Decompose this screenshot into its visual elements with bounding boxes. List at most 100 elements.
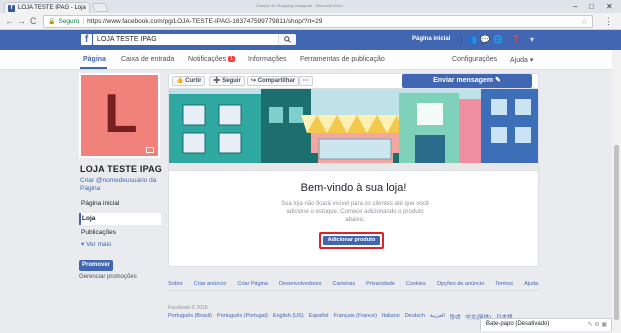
friend-requests-icon[interactable]: 👥 (467, 35, 477, 45)
profile-picture[interactable]: L (79, 73, 160, 158)
chat-bar[interactable]: Bate-papo (Desativado) ✎ ⚙ ▣ (480, 318, 612, 331)
separator: | (82, 18, 85, 25)
help-dropdown[interactable]: Ajuda ▾ (510, 56, 533, 64)
settings-link[interactable]: Configurações (452, 56, 497, 63)
page-scrollbar[interactable] (612, 50, 621, 333)
share-button[interactable]: ↪ Compartilhar (247, 76, 300, 86)
footer-link-ajuda[interactable]: Ajuda (524, 281, 538, 287)
back-button[interactable]: ← (5, 16, 14, 26)
tab-pagina[interactable]: Página (83, 56, 106, 63)
manage-promotions-link[interactable]: Gerenciar promoções (79, 274, 137, 280)
footer-link-carreiras[interactable]: Carreiras (332, 281, 355, 287)
footer-link-termos[interactable]: Termos (495, 281, 513, 287)
tab-ferramentas-de-publicacao[interactable]: Ferramentas de publicação (300, 56, 385, 63)
like-icon: 👍 (176, 78, 186, 84)
footer-link-criar-anuncio[interactable]: Criar anúncio (194, 281, 227, 287)
tab-notificacoes-label: Notificações (188, 56, 227, 63)
language-link[interactable]: Português (Portugal) (217, 313, 268, 321)
window-close-button[interactable]: ✕ (606, 2, 613, 11)
footer-link-privacidade[interactable]: Privacidade (366, 281, 395, 287)
footer-link-cookies[interactable]: Cookies (406, 281, 426, 287)
copyright-text: Facebook © 2018 (168, 305, 208, 311)
follow-label: Seguir (222, 78, 241, 84)
tab-caixa-de-entrada[interactable]: Caixa de entrada (121, 56, 174, 63)
like-label: Curtir (185, 78, 202, 84)
profile-letter: L (104, 82, 138, 144)
sidebar-item-loja[interactable]: Loja (79, 213, 161, 225)
scrollbar-thumb[interactable] (614, 145, 619, 320)
notification-badge: 1 (228, 56, 235, 62)
browser-toolbar: ← → C 🔒 Seguro | https://www.facebook.co… (0, 13, 621, 30)
language-link[interactable]: Français (France) (334, 313, 377, 321)
language-link[interactable]: Italiano (382, 313, 400, 321)
browser-tabstrip: f LOJA TESTE IPAG - Loja × Criação de Sh… (0, 0, 621, 13)
new-tab-button[interactable] (91, 3, 109, 12)
language-link[interactable]: Español (309, 313, 329, 321)
bookmark-star-icon[interactable]: ☆ (581, 17, 588, 26)
add-product-button[interactable]: Adicionar produto (323, 236, 380, 245)
chat-label: Bate-papo (Desativado) (486, 321, 550, 327)
create-username-link[interactable]: Criar @nomedeusuário da Página (80, 177, 165, 193)
sidebar-item-ver-mais[interactable]: ▾ Ver mais (79, 239, 161, 251)
footer-link-criar-pagina[interactable]: Criar Página (237, 281, 268, 287)
pencil-icon: ✎ (493, 77, 501, 84)
window-minimize-button[interactable]: – (573, 2, 577, 11)
tab-title: LOJA TESTE IPAG - Loja (18, 5, 86, 11)
search-input[interactable]: LOJA TESTE IPAG (93, 34, 296, 45)
language-link[interactable]: العربية (430, 313, 445, 321)
account-menu-icon[interactable]: ▾ (530, 35, 534, 45)
messages-icon[interactable]: 💬 (480, 35, 490, 45)
reload-button[interactable]: C (30, 16, 37, 26)
forward-button[interactable]: → (17, 16, 26, 26)
follow-button[interactable]: ➕ Seguir (209, 76, 245, 86)
sidebar-item-publicacoes[interactable]: Publicações (79, 227, 161, 239)
footer-link-sobre[interactable]: Sobre (168, 281, 183, 287)
chat-options-icons[interactable]: ✎ ⚙ ▣ (588, 321, 607, 328)
notifications-globe-icon[interactable]: 🌐 (493, 35, 503, 45)
topbar-divider (461, 35, 462, 45)
send-message-button[interactable]: Enviar mensagem ✎ (402, 74, 532, 88)
facebook-topbar: f LOJA TESTE IPAG Página inicial 👥 💬 🌐 ❓… (0, 30, 621, 50)
follow-icon: ➕ (213, 78, 223, 84)
camera-icon[interactable] (146, 147, 154, 153)
language-link[interactable]: English (US) (273, 313, 304, 321)
share-icon: ↪ (251, 78, 258, 84)
tab-close-icon[interactable]: × (89, 5, 90, 12)
shop-welcome-card: Bem-vindo à sua loja! Sua loja não ficar… (168, 171, 539, 267)
search-button[interactable] (278, 34, 296, 45)
storefront-illustration (169, 89, 538, 170)
add-product-highlight: Adicionar produto (319, 232, 384, 249)
shop-banner-illustration (168, 89, 539, 171)
sidebar-item-pagina-inicial[interactable]: Página inicial (79, 198, 161, 210)
lock-icon: 🔒 (48, 19, 56, 25)
language-link[interactable]: हिन्दी (450, 313, 460, 321)
search-icon (284, 36, 291, 43)
active-tab-underline (80, 67, 107, 69)
facebook-logo-icon[interactable]: f (81, 34, 92, 45)
home-link[interactable]: Página inicial (412, 36, 450, 42)
window-maximize-button[interactable]: □ (589, 2, 594, 11)
help-icon[interactable]: ❓ (511, 35, 521, 45)
promote-button[interactable]: Promover (79, 260, 113, 271)
like-button[interactable]: 👍 Curtir (172, 76, 206, 86)
facebook-favicon-icon: f (8, 4, 15, 12)
url-text: https://www.facebook.com/pg/LOJA-TESTE-I… (87, 18, 323, 25)
tab-notificacoes[interactable]: Notificações 1 (188, 56, 235, 63)
browser-tab[interactable]: f LOJA TESTE IPAG - Loja × (4, 2, 90, 13)
language-link[interactable]: Deutsch (405, 313, 425, 321)
footer-link-desenvolvedores[interactable]: Desenvolvedores (279, 281, 322, 287)
more-actions-button[interactable]: ··· (299, 76, 313, 86)
window-hint-text: Criação de Shopping Instagram - Microsof… (256, 3, 343, 8)
secure-label: Seguro (58, 18, 80, 25)
shop-welcome-description: Sua loja não ficará visível para os clie… (281, 201, 429, 223)
page-name: LOJA TESTE IPAG (80, 164, 163, 174)
share-label: Compartilhar (257, 78, 296, 84)
shop-welcome-title: Bem-vindo à sua loja! (300, 182, 407, 194)
tab-informacoes[interactable]: Informações (248, 56, 287, 63)
page-nav: Página Caixa de entrada Notificações 1 In… (0, 50, 621, 70)
address-bar[interactable]: 🔒 Seguro | https://www.facebook.com/pg/L… (43, 15, 593, 28)
send-message-label: Enviar mensagem (433, 77, 494, 84)
footer-link-opcoes-de-anuncio[interactable]: Opções de anúncio (437, 281, 484, 287)
language-link[interactable]: Português (Brasil) (168, 313, 212, 321)
browser-menu-icon[interactable]: ⋮ (604, 15, 613, 27)
